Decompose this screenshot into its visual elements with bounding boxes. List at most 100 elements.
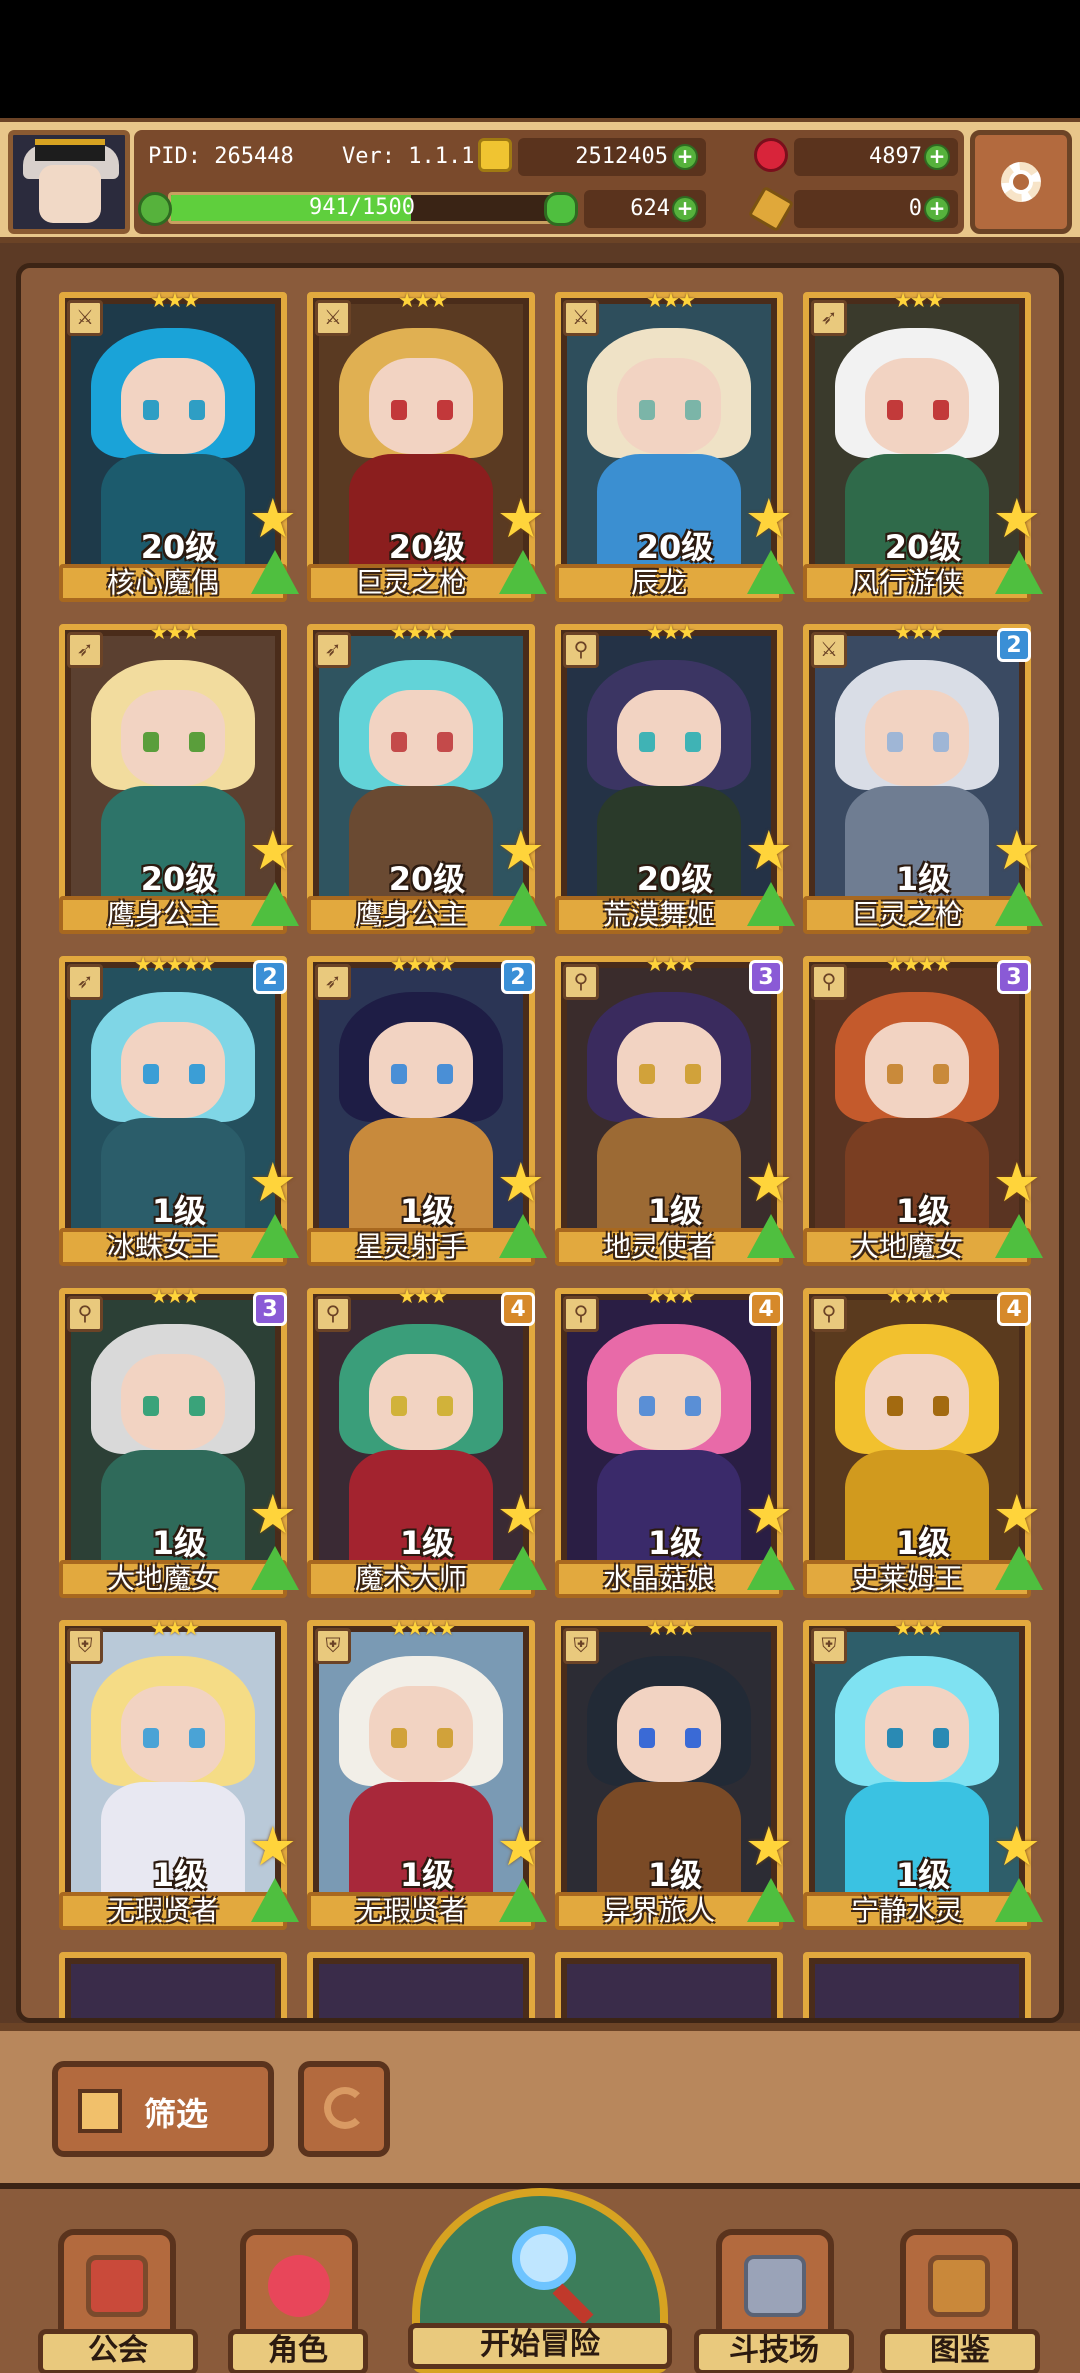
star-upgrade-icon[interactable]: ★ xyxy=(745,824,793,878)
character-card-partial[interactable] xyxy=(59,1952,291,2018)
upgrade-arrow-icon[interactable] xyxy=(747,550,795,594)
character-card[interactable]: 1级 ⚲ ★★★ 4 魔术大师 ★ xyxy=(307,1284,547,1604)
star-upgrade-icon[interactable]: ★ xyxy=(993,824,1041,878)
star-upgrade-icon[interactable]: ★ xyxy=(745,1820,793,1874)
nav-arena-label[interactable]: 斗技场 xyxy=(694,2329,854,2373)
star-upgrade-icon[interactable]: ★ xyxy=(497,824,545,878)
upgrade-arrow-icon[interactable] xyxy=(251,1214,299,1258)
filter-bar: 筛选 xyxy=(0,2023,1080,2183)
settings-button[interactable] xyxy=(970,130,1072,234)
card-name: 星灵射手 xyxy=(354,1230,467,1263)
nav-character-label[interactable]: 角色 xyxy=(228,2329,368,2373)
star-upgrade-icon[interactable]: ★ xyxy=(993,1488,1041,1542)
upgrade-arrow-icon[interactable] xyxy=(747,1878,795,1922)
character-card[interactable]: 1级 ⚔ ★★★ 2 巨灵之枪 ★ xyxy=(803,620,1043,940)
upgrade-arrow-icon[interactable] xyxy=(747,1546,795,1590)
character-card[interactable]: 20级 ⚔ ★★★ 辰龙 ★ xyxy=(555,288,795,608)
card-name: 无瑕贤者 xyxy=(354,1894,467,1927)
upgrade-arrow-icon[interactable] xyxy=(995,1546,1043,1590)
character-card[interactable]: 20级 ⚲ ★★★ 荒漠舞姬 ★ xyxy=(555,620,795,940)
shield-icon: ⛨ xyxy=(563,1628,599,1664)
character-grid[interactable]: 20级 ⚔ ★★★ 核心魔偶 ★ 20级 ⚔ ★★★ 巨灵之枪 ★ 20级 ⚔ … xyxy=(16,263,1064,2023)
nav-character-button[interactable] xyxy=(240,2229,358,2339)
nav-adventure-label[interactable]: 开始冒险 xyxy=(408,2323,672,2369)
star-upgrade-icon[interactable]: ★ xyxy=(497,1488,545,1542)
star-upgrade-icon[interactable]: ★ xyxy=(497,1156,545,1210)
star-upgrade-icon[interactable]: ★ xyxy=(993,1156,1041,1210)
character-card-partial[interactable] xyxy=(803,1952,1035,2018)
nav-arena-button[interactable] xyxy=(716,2229,834,2339)
character-card[interactable]: 1级 ⛨ ★★★ 宁静水灵 ★ xyxy=(803,1616,1043,1936)
star-upgrade-icon[interactable]: ★ xyxy=(249,1820,297,1874)
filter-button[interactable]: 筛选 xyxy=(52,2061,274,2157)
add-gem-button[interactable]: + xyxy=(924,144,950,170)
star-upgrade-icon[interactable]: ★ xyxy=(249,492,297,546)
card-name: 大地魔女 xyxy=(850,1230,963,1263)
card-stars: ★★★ xyxy=(398,1284,448,1308)
star-upgrade-icon[interactable]: ★ xyxy=(249,1156,297,1210)
character-card[interactable]: 20级 ➶ ★★★ 鹰身公主 ★ xyxy=(59,620,299,940)
upgrade-arrow-icon[interactable] xyxy=(747,882,795,926)
add-key-button[interactable]: + xyxy=(924,196,950,222)
reset-button[interactable] xyxy=(298,2061,390,2157)
card-rank-badge: 4 xyxy=(749,1292,783,1326)
character-card[interactable]: 1级 ⛨ ★★★ 无瑕贤者 ★ xyxy=(59,1616,299,1936)
character-card[interactable]: 1级 ⛨ ★★★ 异界旅人 ★ xyxy=(555,1616,795,1936)
upgrade-arrow-icon[interactable] xyxy=(499,882,547,926)
add-clover-button[interactable]: + xyxy=(672,196,698,222)
add-gold-button[interactable]: + xyxy=(672,144,698,170)
character-card-partial[interactable] xyxy=(307,1952,539,2018)
upgrade-arrow-icon[interactable] xyxy=(747,1214,795,1258)
star-upgrade-icon[interactable]: ★ xyxy=(249,1488,297,1542)
card-stars: ★★★★ xyxy=(390,1616,456,1640)
card-stars: ★★★★ xyxy=(886,1284,952,1308)
star-upgrade-icon[interactable]: ★ xyxy=(497,1820,545,1874)
upgrade-arrow-icon[interactable] xyxy=(251,1546,299,1590)
character-card[interactable]: 1级 ⚲ ★★★★ 4 史莱姆王 ★ xyxy=(803,1284,1043,1604)
star-upgrade-icon[interactable]: ★ xyxy=(497,492,545,546)
card-name: 荒漠舞姬 xyxy=(602,898,715,931)
character-card[interactable]: 20级 ➶ ★★★★ 鹰身公主 ★ xyxy=(307,620,547,940)
character-card[interactable]: 1级 ⚲ ★★★ 3 大地魔女 ★ xyxy=(59,1284,299,1604)
book-icon xyxy=(928,2255,990,2317)
star-upgrade-icon[interactable]: ★ xyxy=(249,824,297,878)
upgrade-arrow-icon[interactable] xyxy=(251,550,299,594)
character-card[interactable]: 20级 ⚔ ★★★ 核心魔偶 ★ xyxy=(59,288,299,608)
star-upgrade-icon[interactable]: ★ xyxy=(993,492,1041,546)
upgrade-arrow-icon[interactable] xyxy=(499,1546,547,1590)
upgrade-arrow-icon[interactable] xyxy=(995,882,1043,926)
character-card[interactable]: 20级 ➶ ★★★ 风行游侠 ★ xyxy=(803,288,1043,608)
upgrade-arrow-icon[interactable] xyxy=(499,550,547,594)
nav-codex-button[interactable] xyxy=(900,2229,1018,2339)
nav-guild-button[interactable] xyxy=(58,2229,176,2339)
character-card[interactable]: 1级 ⛨ ★★★★ 无瑕贤者 ★ xyxy=(307,1616,547,1936)
upgrade-arrow-icon[interactable] xyxy=(251,1878,299,1922)
player-avatar[interactable] xyxy=(8,130,130,234)
staff-icon: ⚲ xyxy=(563,632,599,668)
nav-codex-label[interactable]: 图鉴 xyxy=(880,2329,1040,2373)
upgrade-arrow-icon[interactable] xyxy=(251,882,299,926)
top-hud: PID: 265448 Ver: 1.1.1.7 2512405 + 4897 … xyxy=(0,118,1080,243)
card-stars: ★★★★★ xyxy=(134,952,216,976)
character-card-partial[interactable] xyxy=(555,1952,787,2018)
character-card[interactable]: 20级 ⚔ ★★★ 巨灵之枪 ★ xyxy=(307,288,547,608)
upgrade-arrow-icon[interactable] xyxy=(995,1214,1043,1258)
card-rank-badge: 2 xyxy=(501,960,535,994)
refresh-icon xyxy=(324,2087,366,2129)
star-upgrade-icon[interactable]: ★ xyxy=(745,1156,793,1210)
character-card[interactable]: 1级 ⚲ ★★★ 4 水晶菇娘 ★ xyxy=(555,1284,795,1604)
character-card[interactable]: 1级 ➶ ★★★★★ 2 冰蛛女王 ★ xyxy=(59,952,299,1272)
star-upgrade-icon[interactable]: ★ xyxy=(745,492,793,546)
upgrade-arrow-icon[interactable] xyxy=(499,1214,547,1258)
upgrade-arrow-icon[interactable] xyxy=(499,1878,547,1922)
star-upgrade-icon[interactable]: ★ xyxy=(993,1820,1041,1874)
character-card[interactable]: 1级 ➶ ★★★★ 2 星灵射手 ★ xyxy=(307,952,547,1272)
character-card[interactable]: 1级 ⚲ ★★★★ 3 大地魔女 ★ xyxy=(803,952,1043,1272)
star-upgrade-icon[interactable]: ★ xyxy=(745,1488,793,1542)
character-card[interactable]: 1级 ⚲ ★★★ 3 地灵使者 ★ xyxy=(555,952,795,1272)
guild-house-icon xyxy=(86,2255,148,2317)
upgrade-arrow-icon[interactable] xyxy=(995,550,1043,594)
upgrade-arrow-icon[interactable] xyxy=(995,1878,1043,1922)
nav-guild-label[interactable]: 公会 xyxy=(38,2329,198,2373)
card-stars: ★★★ xyxy=(894,288,944,312)
